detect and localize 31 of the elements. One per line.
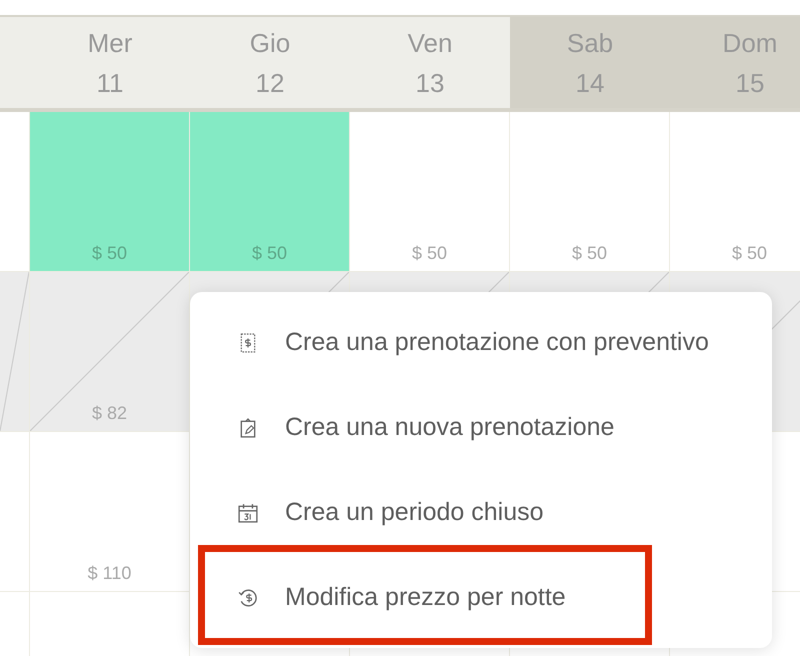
weekday-label: Dom xyxy=(722,26,778,60)
price-label: $ 110 xyxy=(88,562,132,585)
calendar-cell[interactable]: $ 50 xyxy=(30,112,190,272)
date-number: 12 xyxy=(256,66,284,100)
calendar-cell[interactable]: $ 82 xyxy=(30,272,190,432)
receipt-icon xyxy=(238,332,258,352)
price-label: $ 50 xyxy=(732,242,768,265)
menu-item[interactable]: Modifica prezzo per notte xyxy=(190,555,772,640)
menu-item[interactable]: Crea un periodo chiuso xyxy=(190,470,772,555)
dollar-circle-icon xyxy=(238,588,258,608)
price-label: $ 50 xyxy=(572,242,608,265)
calendar-cell[interactable]: $ 50 xyxy=(190,112,350,272)
price-label: $ 82 xyxy=(92,402,128,425)
date-number: 11 xyxy=(96,66,124,100)
date-number: 13 xyxy=(416,66,444,100)
menu-item[interactable]: Crea una prenotazione con preventivo xyxy=(190,300,772,385)
calendar-cell[interactable]: $ 50 xyxy=(350,112,510,272)
calendar-cell[interactable]: $ 110 xyxy=(30,432,190,592)
calendar-icon xyxy=(238,502,258,522)
weekday-label: Mer xyxy=(88,26,132,60)
calendar-cell[interactable]: $ 50 xyxy=(510,112,670,272)
weekday-label: Sab xyxy=(566,26,614,60)
price-label: $ 50 xyxy=(252,242,288,265)
date-number: 14 xyxy=(576,66,604,100)
price-label: $ 50 xyxy=(92,242,128,265)
date-number: 15 xyxy=(736,66,764,100)
menu-item[interactable]: Crea una nuova prenotazione xyxy=(190,385,772,470)
weekday-label: Gio xyxy=(250,26,290,60)
clipboard-pencil-icon xyxy=(238,418,258,438)
weekday-label: Ven xyxy=(408,26,452,60)
price-label: $ 50 xyxy=(412,242,448,265)
